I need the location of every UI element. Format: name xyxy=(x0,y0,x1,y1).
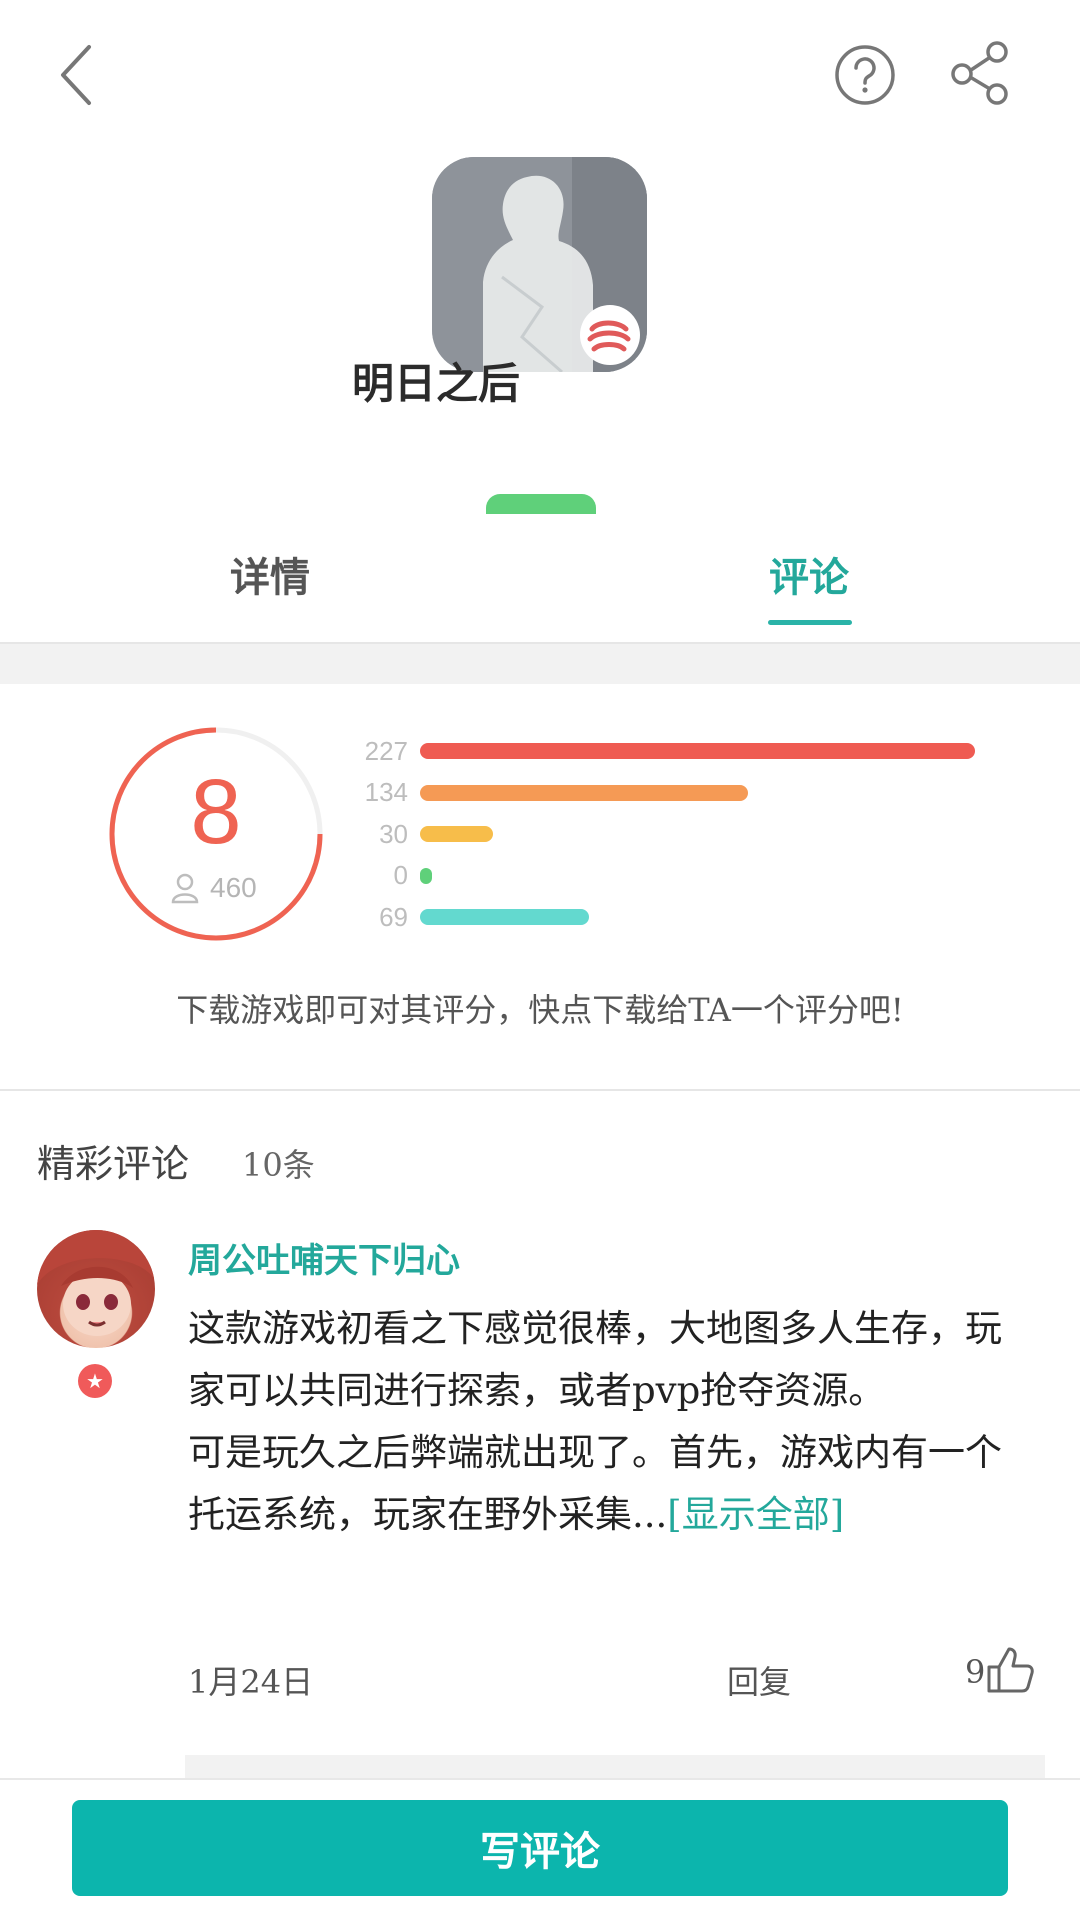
top-bar xyxy=(0,0,1080,150)
help-button[interactable] xyxy=(830,40,900,110)
rating-bar-count: 227 xyxy=(364,735,408,766)
rating-bar-row: 0 xyxy=(330,860,975,890)
rater-count-value: 460 xyxy=(210,872,257,903)
comment-username[interactable]: 周公吐哺天下归心 xyxy=(188,1233,460,1282)
app-name: 明日之后 xyxy=(352,359,521,408)
rating-bar xyxy=(420,867,432,884)
comment-paragraph: 这款游戏初看之下感觉很棒，大地图多人生存，玩家可以共同进行探索，或者pvp抢夺资… xyxy=(188,1307,1002,1412)
thumbs-up-icon xyxy=(987,1647,1035,1693)
download-button-edge[interactable] xyxy=(486,494,596,514)
comments-count: 10条 xyxy=(242,1146,315,1184)
rating-hint: 下载游戏即可对其评分，快点下载给TA一个评分吧! xyxy=(176,991,904,1029)
like-button[interactable]: 9 xyxy=(965,1645,1035,1695)
score-value: 8 xyxy=(190,761,242,863)
rating-bar-row: 30 xyxy=(330,818,975,849)
tab-comments[interactable]: 评论 xyxy=(769,545,849,603)
rating-bar-track xyxy=(420,826,975,842)
rating-bar-track xyxy=(420,743,975,759)
comments-section-title: 精彩评论 xyxy=(37,1142,190,1186)
rating-bar-count: 69 xyxy=(379,901,408,932)
comment-date: 1月24日 xyxy=(188,1663,314,1701)
rater-count: 460 xyxy=(170,872,257,904)
avatar[interactable] xyxy=(37,1230,155,1348)
rating-bar-count: 30 xyxy=(379,818,408,849)
tab-details[interactable]: 详情 xyxy=(230,545,310,603)
share-icon xyxy=(951,41,1008,105)
rating-bar xyxy=(420,784,748,801)
rating-bar-track xyxy=(420,909,975,925)
back-button[interactable] xyxy=(40,35,110,115)
rating-bar-row: 134 xyxy=(330,777,975,807)
show-all-link[interactable]: [显示全部] xyxy=(667,1493,844,1536)
share-button[interactable] xyxy=(945,38,1015,108)
active-tab-indicator xyxy=(768,620,852,625)
rating-bar-count: 134 xyxy=(364,777,408,807)
rating-bar-track xyxy=(420,867,975,884)
write-review-button[interactable]: 写评论 xyxy=(72,1800,1008,1896)
reply-button[interactable]: 回复 xyxy=(727,1657,791,1703)
app-icon xyxy=(432,157,647,372)
comment-paragraph-text: 可是玩久之后弊端就出现了。首先，游戏内有一个托运系统，玩家在野外采集... xyxy=(188,1431,1002,1536)
comment-body: 这款游戏初看之下感觉很棒，大地图多人生存，玩家可以共同进行探索，或者pvp抢夺资… xyxy=(188,1298,1028,1546)
rating-bar-row: 227 xyxy=(330,735,975,766)
rating-bar-row: 69 xyxy=(330,901,975,932)
rating-bar-track xyxy=(420,784,975,801)
level-badge-icon: ★ xyxy=(78,1364,112,1398)
rating-bar xyxy=(420,743,975,759)
question-circle-icon xyxy=(835,45,895,105)
user-icon xyxy=(171,873,199,904)
rating-bar-count: 0 xyxy=(393,860,408,890)
comment-paragraph: 可是玩久之后弊端就出现了。首先，游戏内有一个托运系统，玩家在野外采集...[显示… xyxy=(188,1422,1028,1546)
rating-bar xyxy=(420,826,494,842)
rating-bar xyxy=(420,909,589,925)
chevron-left-icon xyxy=(61,45,91,105)
section-separator xyxy=(0,642,1080,684)
divider xyxy=(0,1089,1080,1091)
like-count: 9 xyxy=(965,1653,986,1691)
